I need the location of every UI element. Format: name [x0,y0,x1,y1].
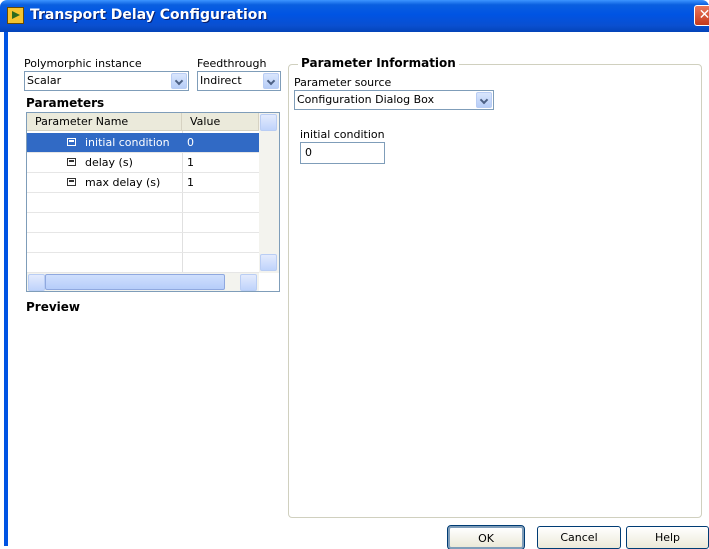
parameter-value: 1 [187,156,194,169]
preview-heading: Preview [26,300,81,314]
close-button[interactable]: ✕ [694,5,709,26]
vertical-scrollbar[interactable] [259,113,279,273]
parameter-source-select[interactable]: Configuration Dialog Box [294,90,494,110]
horizontal-scrollbar[interactable] [27,273,259,291]
scroll-right-button[interactable] [240,274,257,291]
parameter-icon [67,178,76,186]
scroll-down-button[interactable] [260,254,277,271]
scroll-thumb[interactable] [45,274,225,290]
polymorphic-instance-value: Scalar [27,74,62,87]
parameter-icon [67,158,76,166]
scroll-left-button[interactable] [28,274,45,291]
dialog-window: Transport Delay Configuration ✕ Polymorp… [0,0,709,549]
tree-row-initial-condition[interactable]: initial condition 0 [27,133,259,153]
parameters-tree[interactable]: Parameter Name Value initial condition 0… [26,112,280,292]
close-icon: ✕ [698,7,709,23]
chevron-down-icon[interactable] [476,92,492,108]
title-bar[interactable]: Transport Delay Configuration ✕ [0,0,709,32]
scroll-up-button[interactable] [260,114,277,131]
parameter-name: delay (s) [85,156,133,169]
parameter-information-heading: Parameter Information [298,56,459,70]
tree-row-empty [27,193,259,213]
parameter-value: 1 [187,176,194,189]
feedthrough-select[interactable]: Indirect [197,71,281,91]
tree-row-max-delay[interactable]: max delay (s) 1 [27,173,259,193]
tree-row-empty [27,253,259,273]
tree-row-empty [27,233,259,253]
parameter-icon [67,138,76,146]
parameter-source-value: Configuration Dialog Box [297,93,435,106]
feedthrough-value: Indirect [200,74,242,87]
column-header-value[interactable]: Value [182,113,259,131]
chevron-down-icon[interactable] [171,73,187,89]
tree-row-empty [27,213,259,233]
tree-row-delay[interactable]: delay (s) 1 [27,153,259,173]
dialog-body: Polymorphic instance Scalar Feedthrough … [4,32,709,549]
initial-condition-label: initial condition [300,128,385,141]
labview-app-icon [7,7,24,24]
parameter-source-label: Parameter source [294,76,392,89]
parameter-value: 0 [187,136,194,149]
polymorphic-instance-select[interactable]: Scalar [24,71,189,91]
parameters-heading: Parameters [26,96,105,110]
initial-condition-input[interactable]: 0 [300,142,385,164]
feedthrough-label: Feedthrough [197,57,267,70]
chevron-down-icon[interactable] [263,73,279,89]
polymorphic-instance-label: Polymorphic instance [24,57,142,70]
parameter-name: initial condition [85,136,170,149]
parameter-name: max delay (s) [85,176,161,189]
window-title: Transport Delay Configuration [30,7,268,23]
column-header-parameter-name[interactable]: Parameter Name [27,113,182,131]
